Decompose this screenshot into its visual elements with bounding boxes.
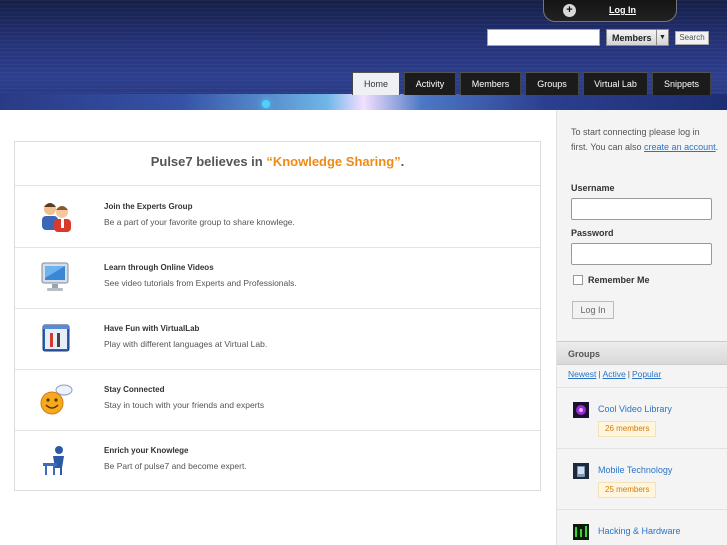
tab-members[interactable]: Members xyxy=(460,72,521,95)
title-prefix: Pulse7 believes in xyxy=(150,154,267,169)
main-nav: Home Activity Members Groups Virtual Lab… xyxy=(352,72,715,95)
site-header: + Log In Members ▼ Search Home Activity … xyxy=(0,0,727,110)
filter-popular[interactable]: Popular xyxy=(632,369,661,379)
tab-groups[interactable]: Groups xyxy=(525,72,579,95)
learner-icon xyxy=(43,446,64,475)
create-account-link[interactable]: create an account xyxy=(644,142,716,152)
remember-me-label: Remember Me xyxy=(588,275,650,285)
password-field[interactable] xyxy=(571,243,712,265)
remember-me-checkbox[interactable] xyxy=(573,275,583,285)
group-item[interactable]: Cool Video Library 26 members xyxy=(557,387,727,448)
member-count-badge: 26 members xyxy=(598,421,657,437)
video-library-icon xyxy=(573,402,589,418)
sidebar: To start connecting please log in first.… xyxy=(556,110,727,545)
filter-separator: | xyxy=(598,369,601,379)
search-input[interactable] xyxy=(487,29,600,46)
username-field[interactable] xyxy=(571,198,712,220)
feature-title: Have Fun with VirtualLab xyxy=(104,324,200,333)
tab-virtual-lab[interactable]: Virtual Lab xyxy=(583,72,648,95)
chevron-down-icon: ▼ xyxy=(656,30,668,45)
member-count-badge: 25 members xyxy=(598,482,657,498)
header-banner xyxy=(0,94,727,110)
experts-group-icon xyxy=(42,203,71,232)
feature-item: Join the Experts Group Be a part of your… xyxy=(15,187,540,248)
filter-active[interactable]: Active xyxy=(603,369,626,379)
title-suffix: . xyxy=(400,154,405,169)
password-label: Password xyxy=(571,228,614,238)
username-label: Username xyxy=(571,183,615,193)
feature-desc: Stay in touch with your friends and expe… xyxy=(104,400,265,410)
feature-desc: Be Part of pulse7 and become expert. xyxy=(104,461,247,471)
group-filters: Newest | Active | Popular xyxy=(568,369,661,379)
login-intro: To start connecting please log in first.… xyxy=(571,125,719,155)
login-bar: + Log In xyxy=(543,0,677,22)
virtual-lab-icon xyxy=(42,324,70,352)
page-title: Pulse7 believes in “Knowledge Sharing”. xyxy=(15,142,540,186)
feature-title: Learn through Online Videos xyxy=(104,263,214,272)
search-scope-label: Members xyxy=(612,33,652,43)
feature-item: Stay Connected Stay in touch with your f… xyxy=(15,370,540,431)
hacking-hardware-icon xyxy=(573,524,589,540)
plus-icon[interactable]: + xyxy=(563,4,576,17)
group-item[interactable]: Hacking & Hardware xyxy=(557,509,727,545)
group-name[interactable]: Hacking & Hardware xyxy=(598,524,708,539)
feature-item: Have Fun with VirtualLab Play with diffe… xyxy=(15,309,540,370)
feature-title: Stay Connected xyxy=(104,385,165,394)
feature-item: Learn through Online Videos See video tu… xyxy=(15,248,540,309)
smiley-chat-icon xyxy=(40,384,73,415)
features-panel: Pulse7 believes in “Knowledge Sharing”. … xyxy=(14,141,541,491)
tab-activity[interactable]: Activity xyxy=(404,72,456,95)
login-button[interactable]: Log In xyxy=(572,301,614,319)
group-item[interactable]: Mobile Technology 25 members xyxy=(557,448,727,509)
tab-snippets[interactable]: Snippets xyxy=(652,72,711,95)
feature-title: Join the Experts Group xyxy=(104,202,193,211)
group-name[interactable]: Mobile Technology xyxy=(598,463,708,478)
filter-separator: | xyxy=(627,369,630,379)
feature-desc: Play with different languages at Virtual… xyxy=(104,339,268,349)
search-button[interactable]: Search xyxy=(675,31,709,45)
tab-home[interactable]: Home xyxy=(352,72,400,95)
feature-item: Enrich your Knowlege Be Part of pulse7 a… xyxy=(15,431,540,492)
search-scope-select[interactable]: Members ▼ xyxy=(606,29,669,46)
groups-title: Groups xyxy=(568,349,601,359)
login-link[interactable]: Log In xyxy=(609,5,636,15)
feature-desc: See video tutorials from Experts and Pro… xyxy=(104,278,297,288)
title-highlight: “Knowledge Sharing” xyxy=(266,154,401,169)
intro-end: . xyxy=(715,142,719,152)
filter-newest[interactable]: Newest xyxy=(568,369,596,379)
group-name[interactable]: Cool Video Library xyxy=(598,402,708,417)
feature-title: Enrich your Knowlege xyxy=(104,446,189,455)
monitor-icon xyxy=(41,262,69,291)
groups-header: Groups xyxy=(557,341,727,365)
feature-desc: Be a part of your favorite group to shar… xyxy=(104,217,295,227)
mobile-technology-icon xyxy=(573,463,589,479)
